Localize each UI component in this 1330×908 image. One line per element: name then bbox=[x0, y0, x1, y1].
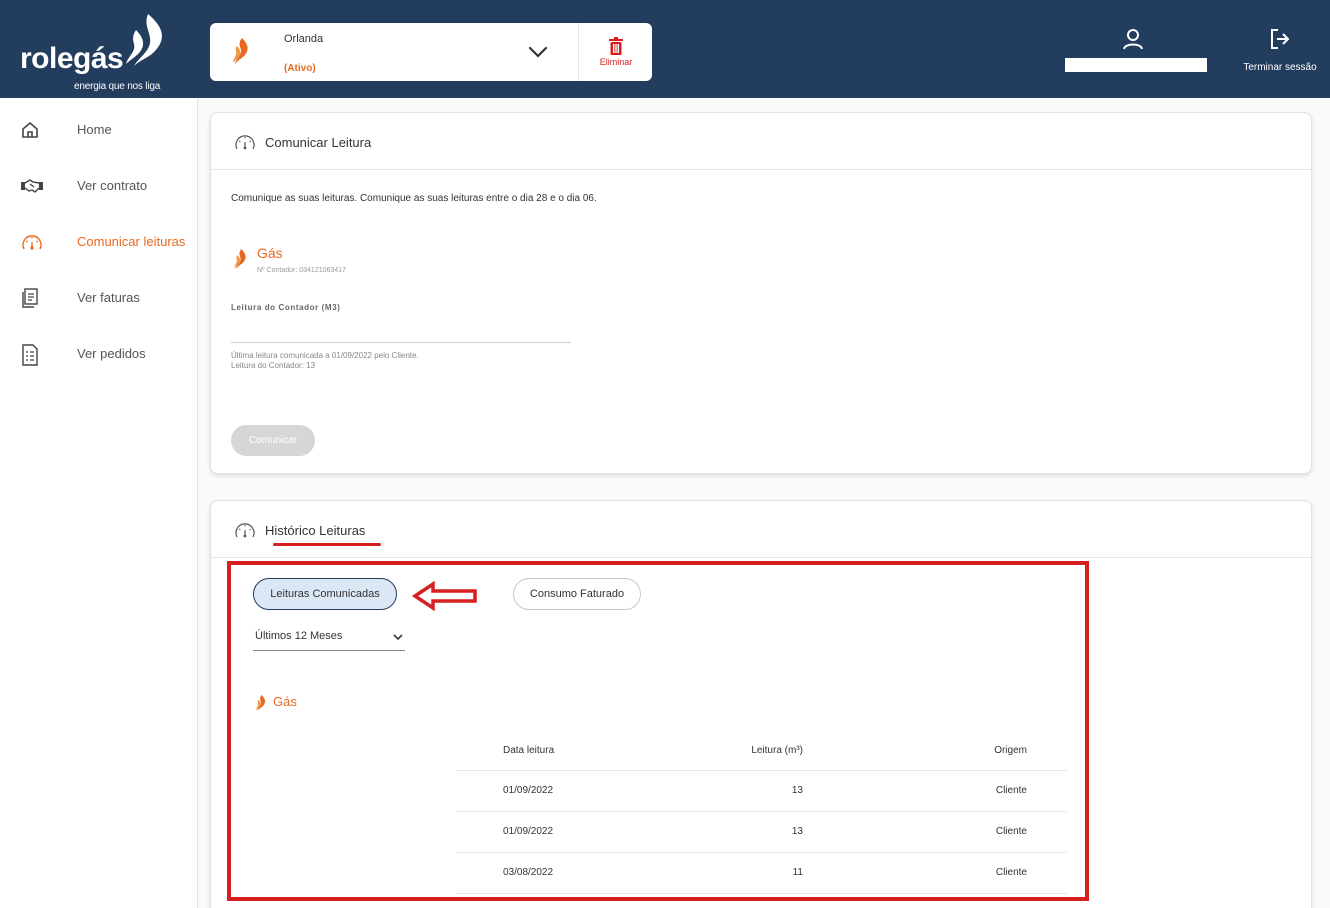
sidebar-item-label: Comunicar leituras bbox=[77, 234, 186, 249]
header-origin: Origem bbox=[994, 745, 1027, 756]
cell-origin: Cliente bbox=[995, 867, 1027, 878]
contract-name: Orlanda bbox=[284, 33, 324, 45]
gas-flame-icon bbox=[233, 38, 248, 64]
main-content: Comunicar Leitura Comunique as suas leit… bbox=[198, 98, 1330, 908]
sidebar-item-label: Ver pedidos bbox=[77, 346, 146, 361]
table-row: 01/09/2022 13 Cliente bbox=[457, 771, 1067, 812]
card-header: Comunicar Leitura bbox=[211, 113, 1311, 170]
handshake-icon bbox=[21, 179, 43, 193]
logout-label: Terminar sessão bbox=[1243, 62, 1317, 73]
cell-reading: 13 bbox=[791, 826, 803, 837]
cell-date: 01/09/2022 bbox=[503, 826, 554, 837]
user-name bbox=[1065, 58, 1207, 72]
tab-communicated-readings[interactable]: Leituras Comunicadas bbox=[253, 578, 397, 610]
annotation-arrow-icon bbox=[411, 581, 477, 611]
sidebar-item-label: Ver faturas bbox=[77, 290, 140, 305]
card-title: Comunicar Leitura bbox=[265, 135, 372, 150]
gauge-icon bbox=[235, 523, 255, 538]
sidebar-item-label: Ver contrato bbox=[77, 178, 148, 193]
header-reading: Leitura (m³) bbox=[751, 745, 803, 756]
chevron-down-icon[interactable] bbox=[528, 45, 548, 59]
user-icon[interactable] bbox=[1122, 28, 1144, 50]
table-row: 03/08/2022 11 Cliente bbox=[457, 853, 1067, 894]
chevron-down-icon bbox=[393, 634, 403, 641]
sidebar-item-home[interactable]: Home bbox=[0, 108, 198, 148]
submit-reading-button[interactable]: Comunicar bbox=[231, 425, 315, 456]
table-header-row: Data leitura Leitura (m³) Origem bbox=[457, 731, 1067, 771]
last-reading-date: Última leitura comunicada a 01/09/2022 p… bbox=[231, 351, 419, 360]
logo-tagline: energia que nos liga bbox=[74, 81, 161, 92]
contract-status: (Ativo) bbox=[284, 63, 316, 74]
card-header: Histórico Leituras bbox=[211, 501, 1311, 558]
table-row: 01/09/2022 13 Cliente bbox=[457, 812, 1067, 853]
gas-flame-icon bbox=[234, 249, 246, 269]
cell-date: 03/08/2022 bbox=[503, 867, 554, 878]
reading-history-table: Data leitura Leitura (m³) Origem 01/09/2… bbox=[457, 731, 1067, 894]
intro-text: Comunique as suas leituras. Comunique as… bbox=[231, 193, 597, 204]
gas-flame-icon bbox=[256, 695, 266, 711]
last-reading-value: Leitura do Contador: 13 bbox=[231, 361, 316, 370]
list-document-icon bbox=[22, 344, 38, 366]
cell-origin: Cliente bbox=[995, 826, 1027, 837]
cell-reading: 13 bbox=[791, 785, 803, 796]
logo-wordmark: rolegás bbox=[20, 42, 124, 75]
communicate-reading-card: Comunicar Leitura Comunique as suas leit… bbox=[210, 112, 1312, 474]
logo-flame-icon bbox=[126, 14, 162, 66]
gauge-icon bbox=[22, 235, 42, 250]
sidebar-item-readings[interactable]: Comunicar leituras bbox=[0, 220, 198, 260]
sidebar-item-contract[interactable]: Ver contrato bbox=[0, 164, 198, 204]
sidebar-item-label: Home bbox=[77, 122, 112, 137]
meter-reading-input[interactable] bbox=[231, 323, 571, 343]
card-title: Histórico Leituras bbox=[265, 523, 366, 538]
gas-title: Gás bbox=[273, 694, 297, 709]
rolegas-logo[interactable]: rolegás energia que nos liga bbox=[16, 10, 186, 92]
header-date: Data leitura bbox=[503, 745, 555, 756]
meter-reading-label: Leitura do Contador (M3) bbox=[231, 303, 341, 312]
last-reading-info: Última leitura comunicada a 01/09/2022 p… bbox=[231, 351, 419, 371]
trash-icon bbox=[609, 37, 623, 55]
logout-button[interactable]: Terminar sessão bbox=[1240, 28, 1320, 78]
cell-date: 01/09/2022 bbox=[503, 785, 554, 796]
tab-billed-consumption[interactable]: Consumo Faturado bbox=[513, 578, 641, 610]
logout-icon bbox=[1271, 29, 1290, 49]
home-icon bbox=[22, 121, 38, 138]
period-value: Últimos 12 Meses bbox=[255, 630, 343, 642]
gauge-icon bbox=[235, 135, 255, 150]
period-select[interactable]: Últimos 12 Meses bbox=[253, 627, 405, 651]
gas-title: Gás bbox=[257, 245, 283, 261]
cell-reading: 11 bbox=[792, 867, 803, 878]
sidebar-item-requests[interactable]: Ver pedidos bbox=[0, 332, 198, 372]
delete-label: Eliminar bbox=[599, 57, 633, 67]
annotation-underline bbox=[273, 543, 381, 546]
invoice-icon bbox=[22, 288, 38, 308]
contract-selector[interactable]: Orlanda (Ativo) Eliminar bbox=[210, 23, 652, 81]
cell-origin: Cliente bbox=[995, 785, 1027, 796]
meter-number: Nº Contador: 034121063417 bbox=[257, 267, 346, 274]
reading-history-card: Histórico Leituras Leituras Comunicadas … bbox=[210, 500, 1312, 908]
top-header: rolegás energia que nos liga Orlanda (At… bbox=[0, 0, 1330, 98]
sidebar: Home Ver contrato Comunicar leituras Ver… bbox=[0, 98, 198, 908]
sidebar-item-invoices[interactable]: Ver faturas bbox=[0, 276, 198, 316]
delete-contract-button[interactable]: Eliminar bbox=[578, 23, 652, 81]
